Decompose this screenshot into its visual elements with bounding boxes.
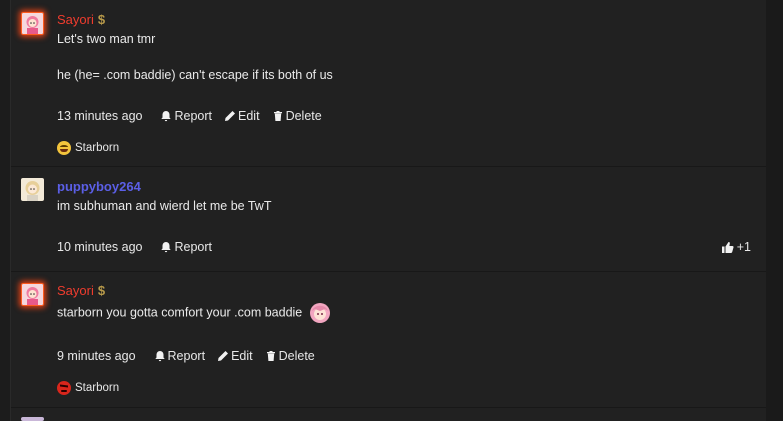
timestamp[interactable]: 9 minutes ago (57, 349, 136, 363)
delete-button[interactable]: Delete (272, 109, 322, 123)
comment-actions: 10 minutes ago Report (57, 240, 224, 254)
loudly-crying-face-icon (57, 141, 71, 155)
reaction-user: Starborn (75, 382, 120, 394)
pencil-icon (225, 111, 236, 121)
bell-icon (154, 351, 165, 362)
avatar[interactable] (21, 417, 44, 421)
timestamp[interactable]: 13 minutes ago (57, 109, 142, 123)
comment: Sayori $ starborn you gotta comfort your… (11, 271, 767, 408)
trash-icon (266, 351, 275, 361)
author-name[interactable]: Sayori (57, 283, 94, 298)
report-button[interactable]: Report (160, 109, 212, 123)
delete-label: Delete (285, 109, 322, 123)
comment-actions: 13 minutes ago Report Edit Delete (57, 109, 334, 123)
comment-text: starborn you gotta comfort your .com bad… (57, 305, 303, 320)
comment-author: puppyboy264 (57, 179, 141, 194)
dollar-badge-icon: $ (97, 283, 106, 298)
comment-feed: Sayori $ Let's two man tmr he (he= .com … (10, 0, 768, 421)
report-label: Report (174, 240, 213, 254)
report-button[interactable]: Report (160, 240, 212, 254)
vote-count: +1 (736, 240, 751, 254)
report-label: Report (167, 349, 206, 363)
thumbs-up-icon (721, 241, 734, 253)
avatar[interactable] (21, 12, 44, 35)
author-name[interactable]: puppyboy264 (57, 179, 141, 194)
anime-girl-sticker-icon (309, 303, 330, 323)
scrollbar[interactable] (766, 0, 783, 421)
report-button[interactable]: Report (154, 349, 206, 363)
comment: puppyboy264 im subhuman and wierd let me… (11, 166, 767, 272)
reaction[interactable]: Starborn (57, 381, 119, 395)
delete-button[interactable]: Delete (265, 349, 315, 363)
edit-label: Edit (231, 349, 253, 363)
comment: Sayori $ Let's two man tmr he (he= .com … (11, 0, 767, 167)
comment-actions: 9 minutes ago Report Edit Delete (57, 349, 327, 363)
delete-label: Delete (278, 349, 315, 363)
comment-author: Sayori $ (57, 283, 105, 298)
trash-icon (273, 111, 282, 121)
comment-author: Sayori $ (57, 12, 105, 27)
angry-face-icon (57, 381, 71, 395)
dollar-badge-icon: $ (97, 12, 106, 27)
bell-icon (161, 111, 172, 122)
upvote-button[interactable]: +1 (721, 240, 751, 254)
comment-text: he (he= .com baddie) can't escape if its… (57, 68, 333, 82)
comment-text: im subhuman and wierd let me be TwT (57, 199, 272, 213)
avatar[interactable] (21, 283, 44, 306)
author-name[interactable]: Sayori (57, 12, 94, 27)
comment-text-row: starborn you gotta comfort your .com bad… (57, 302, 331, 324)
pencil-icon (218, 351, 229, 361)
reaction[interactable]: Starborn (57, 141, 119, 155)
avatar[interactable] (21, 178, 44, 201)
edit-button[interactable]: Edit (217, 349, 253, 363)
edit-button[interactable]: Edit (224, 109, 260, 123)
edit-label: Edit (238, 109, 260, 123)
reaction-user: Starborn (75, 142, 120, 154)
comment-text: Let's two man tmr (57, 32, 156, 46)
timestamp[interactable]: 10 minutes ago (57, 240, 142, 254)
bell-icon (161, 242, 172, 253)
report-label: Report (174, 109, 213, 123)
comment (11, 407, 767, 421)
